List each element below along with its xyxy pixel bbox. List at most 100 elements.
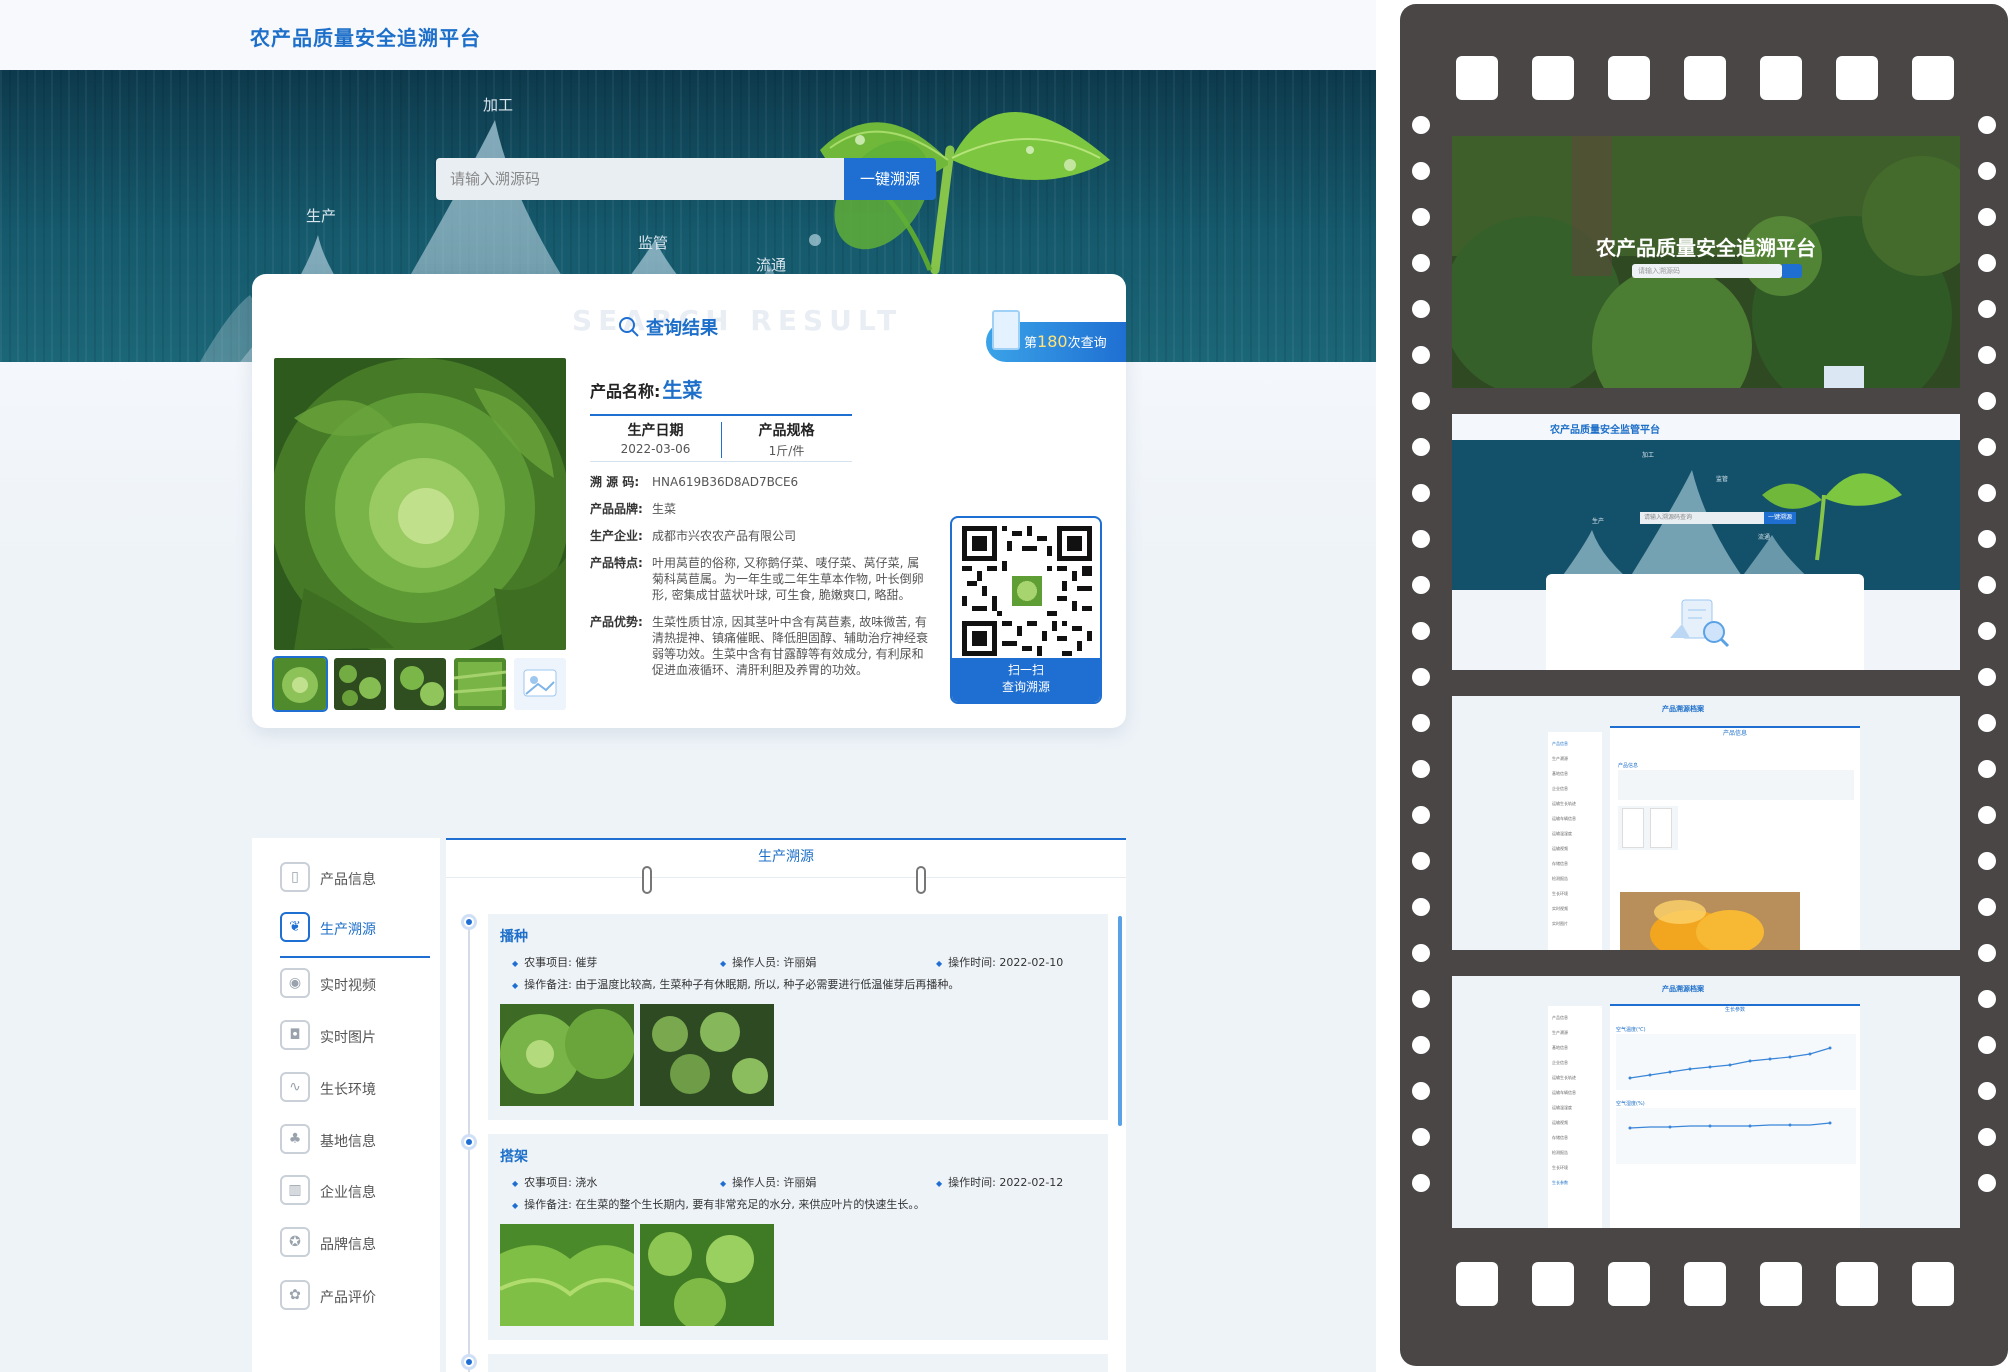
preview-frame-growth-params[interactable]: 产品溯源档案 产品信息 生产溯源 基地信息 企业信息 运输生长轨迹 运输车辆信息 运输温湿度…	[1452, 976, 1960, 1228]
mini-sidebar-item: 产品信息	[1552, 1015, 1568, 1020]
mini-sidebar-item: 产品信息	[1552, 741, 1568, 746]
film-sprocket-hole	[1412, 1174, 1430, 1192]
film-sprocket-hole	[1978, 990, 1996, 1008]
temperature-chart	[1616, 1034, 1856, 1090]
empty-search-icon	[1670, 599, 1730, 648]
sidebar-item-product-review[interactable]: ✿ 产品评价	[280, 1276, 430, 1316]
entry-photo[interactable]	[500, 1224, 634, 1326]
entry-operator: 操作人员: 许丽娟	[720, 954, 816, 970]
film-sprocket-hole	[1978, 1082, 1996, 1100]
film-sprocket-hole	[1412, 300, 1430, 318]
entry-photo[interactable]	[640, 1224, 774, 1326]
mini-sidebar-item: 实时图片	[1552, 921, 1568, 926]
info-row: 产品品牌: 生菜	[590, 502, 677, 516]
tab-production-trace[interactable]: 生产溯源	[446, 838, 1126, 878]
mini-sidebar-item: 运输温湿度	[1552, 831, 1572, 836]
banner-tag-supervision: 监管	[638, 234, 669, 252]
mini-sidebar-item: 运输温湿度	[1552, 1105, 1572, 1110]
entry-time: 操作时间: 2022-02-10	[936, 954, 1063, 970]
scrollbar[interactable]	[1118, 916, 1122, 1126]
film-sprocket-hole	[1978, 852, 1996, 870]
mini-sidebar-item: 检测报告	[1552, 876, 1568, 881]
frame-home-search: 请输入溯源码	[1632, 264, 1782, 278]
frame-home-title: 农产品质量安全追溯平台	[1596, 236, 1816, 260]
sidebar-item-base-info[interactable]: ♣ 基地信息	[280, 1120, 430, 1160]
film-sprocket-hole	[1412, 1036, 1430, 1054]
film-sprocket-hole	[1412, 1128, 1430, 1146]
entry-title: 搭架	[500, 1149, 528, 1165]
thumbnail[interactable]	[272, 656, 328, 712]
film-sprocket-hole	[1978, 208, 1996, 226]
hands-icon: ✿	[280, 1280, 310, 1310]
mini-sidebar-item: 企业信息	[1552, 1060, 1568, 1065]
timeline-entry: 播种 农事项目: 催芽 操作人员: 许丽娟 操作时间: 2022-02-10 操…	[488, 914, 1108, 1120]
film-sprocket-hole	[1978, 806, 1996, 824]
search-icon	[1782, 264, 1802, 278]
humidity-chart	[1616, 1108, 1856, 1164]
building-icon: ▥	[280, 1175, 310, 1205]
thumbnail[interactable]	[334, 658, 386, 710]
qr-caption: 扫一扫 查询溯源	[952, 658, 1100, 702]
entry-title: 播种	[500, 929, 528, 945]
sidebar-item-live-video[interactable]: ◉ 实时视频	[280, 964, 430, 1004]
trace-search-button[interactable]: 一键溯源	[844, 158, 936, 200]
trace-code-input[interactable]: 请输入溯源码	[436, 158, 844, 200]
film-sprocket-hole	[1978, 1036, 1996, 1054]
trace-sidebar: ▯ 产品信息 ❦ 生产溯源 ◉ 实时视频 ◘ 实时图片 ∿ 生长环境 ♣ 基地信息 ▥ 企业信…	[252, 838, 440, 1372]
top-header: 农产品质量安全追溯平台	[0, 0, 1376, 70]
film-sprocket-hole	[1412, 944, 1430, 962]
film-sprocket-hole	[1412, 898, 1430, 916]
film-sprocket-hole	[1978, 530, 1996, 548]
mini-sidebar-item: 生长环境	[1552, 891, 1568, 896]
film-sprocket-hole	[1412, 668, 1430, 686]
mini-sidebar-item: 实时视频	[1552, 906, 1568, 911]
timeline-entry: 搭架 农事项目: 浇水 操作人员: 许丽娟 操作时间: 2022-02-12 操…	[488, 1134, 1108, 1340]
film-sprocket-hole	[1978, 1174, 1996, 1192]
film-sprocket-hole	[1978, 346, 1996, 364]
qr-code-card[interactable]: 扫一扫 查询溯源	[950, 516, 1102, 704]
preview-frame-search[interactable]: 农产品质量安全监管平台 加工 生产 监管 流通 请输入溯源码查询 一键溯源	[1452, 414, 1960, 670]
thumbnail[interactable]	[454, 658, 506, 710]
film-sprocket-hole	[1978, 1128, 1996, 1146]
spec-value: 1斤/件	[768, 444, 805, 458]
thumbnail[interactable]	[514, 658, 566, 710]
leaf-icon: ❦	[280, 912, 310, 942]
frame-search-input: 请输入溯源码查询	[1640, 512, 1764, 524]
film-sprocket-hole	[1978, 392, 1996, 410]
preview-frame-home[interactable]: 农产品质量安全追溯平台 请输入溯源码	[1452, 136, 1960, 388]
mini-sidebar-item: 基地信息	[1552, 1045, 1568, 1050]
entry-photo[interactable]	[500, 1004, 634, 1106]
entry-operator: 操作人员: 许丽娟	[720, 1174, 816, 1190]
mini-sidebar-item: 运输视频	[1552, 846, 1568, 851]
product-main-image	[274, 358, 566, 650]
film-sprocket-hole	[1412, 116, 1430, 134]
mini-sidebar-item: 企业信息	[1552, 786, 1568, 791]
film-sprocket-hole	[1412, 760, 1430, 778]
mini-sidebar-item: 生长参数	[1552, 1180, 1568, 1185]
banner-tag-production: 生产	[306, 207, 337, 225]
sidebar-item-growth-env[interactable]: ∿ 生长环境	[280, 1068, 430, 1108]
sidebar-item-live-photo[interactable]: ◘ 实时图片	[280, 1016, 430, 1056]
entry-item: 农事项目: 催芽	[512, 954, 597, 970]
film-sprocket-hole	[1978, 760, 1996, 778]
book-icon: ▯	[280, 862, 310, 892]
sidebar-item-brand-info[interactable]: ✪ 品牌信息	[280, 1223, 430, 1263]
entry-photo[interactable]	[640, 1004, 774, 1106]
mini-sidebar-item: 生长环境	[1552, 1165, 1568, 1170]
sidebar-item-product-info[interactable]: ▯ 产品信息	[280, 858, 430, 898]
entry-item: 农事项目: 浇水	[512, 1174, 597, 1190]
frame-search-button: 一键溯源	[1764, 512, 1796, 524]
sidebar-item-company-info[interactable]: ▥ 企业信息	[280, 1171, 430, 1211]
info-row: 产品优势: 生菜性质甘凉, 因其茎叶中含有莴苣素, 故味微苦, 有清热提神、镇痛催…	[590, 615, 929, 677]
film-sprocket-hole	[1412, 484, 1430, 502]
sidebar-item-production-trace[interactable]: ❦ 生产溯源	[280, 908, 430, 958]
mini-sidebar-item: 检测报告	[1552, 1150, 1568, 1155]
preview-frame-product-archive[interactable]: 产品溯源档案 产品信息 生产溯源 基地信息 企业信息 运输生长轨迹 运输车辆信息 运输温湿度…	[1452, 696, 1960, 950]
app-title: 农产品质量安全追溯平台	[250, 26, 481, 50]
film-sprocket-hole	[1412, 530, 1430, 548]
film-sprocket-hole	[1412, 622, 1430, 640]
film-sprocket-hole	[1978, 484, 1996, 502]
thumbnail[interactable]	[394, 658, 446, 710]
film-sprocket-hole	[1978, 162, 1996, 180]
medal-icon: ✪	[280, 1227, 310, 1257]
